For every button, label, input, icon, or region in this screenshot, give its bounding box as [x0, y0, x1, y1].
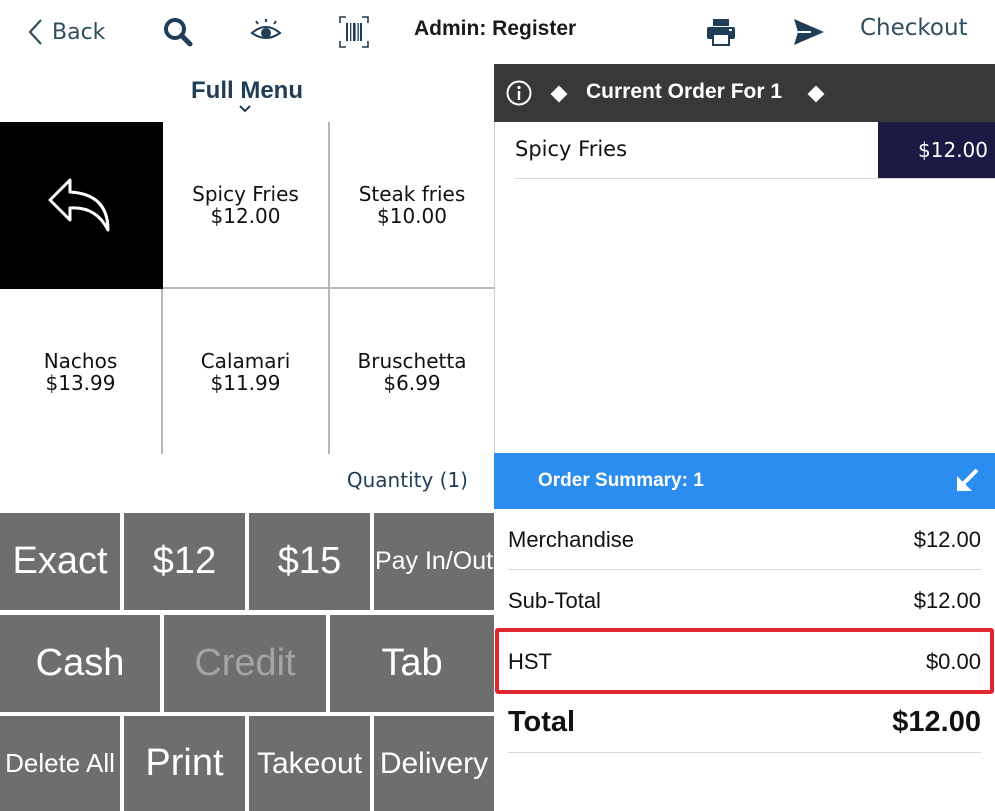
menu-item[interactable]: Nachos $13.99: [0, 289, 163, 454]
page-title: Admin: Register: [414, 17, 577, 40]
barcode-button[interactable]: [338, 14, 370, 50]
menu-grid: Spicy Fries $12.00 Steak fries $10.00 Na…: [0, 122, 494, 454]
order-title: Current Order For 1: [586, 80, 783, 103]
delete-all-button[interactable]: Delete All: [0, 716, 120, 811]
menu-item-price: $13.99: [45, 370, 116, 395]
back-button[interactable]: Back: [26, 14, 105, 50]
menu-item-price: $10.00: [377, 203, 447, 228]
checkout-button[interactable]: Checkout: [860, 15, 968, 41]
view-button[interactable]: [248, 14, 284, 50]
order-summary-body: Merchandise $12.00 Sub-Total $12.00 HST …: [494, 509, 995, 811]
tax-value: $0.00: [925, 649, 981, 674]
menu-item[interactable]: Bruschetta $6.99: [330, 289, 494, 454]
menu-item-name: Calamari: [200, 348, 291, 373]
back-label: Back: [52, 19, 106, 45]
subtotal-label: Sub-Total: [508, 588, 601, 613]
send-icon: [794, 19, 824, 45]
menu-item[interactable]: Spicy Fries $12.00: [163, 122, 330, 289]
menu-item[interactable]: Calamari $11.99: [163, 289, 330, 454]
credit-button[interactable]: Credit: [164, 615, 326, 712]
total-value: $12.00: [892, 706, 981, 738]
menu-item-price: $6.99: [383, 370, 441, 395]
merchandise-label: Merchandise: [508, 527, 634, 552]
search-button[interactable]: [160, 14, 196, 50]
exact-button[interactable]: Exact: [0, 513, 120, 610]
diamond-left-icon[interactable]: [550, 85, 568, 103]
print-button[interactable]: [704, 14, 738, 50]
order-item-name: Spicy Fries: [515, 137, 628, 161]
diamond-right-icon[interactable]: [807, 85, 825, 103]
delivery-button[interactable]: Delivery: [374, 716, 494, 811]
order-item[interactable]: Spicy Fries $12.00: [515, 122, 995, 179]
reply-arrow-icon: [48, 178, 109, 231]
quantity-button[interactable]: Quantity (1): [347, 468, 468, 492]
payment-keypad: Exact $12 $15 Pay In/Out Cash Credit Tab…: [0, 513, 494, 811]
chevron-left-icon: [28, 19, 42, 45]
merchandise-value: $12.00: [913, 527, 981, 552]
top-bar: Back Admin: Register Checkout: [0, 0, 995, 64]
cash-button[interactable]: Cash: [0, 615, 160, 712]
menu-back-button[interactable]: [0, 122, 163, 289]
menu-item-name: Steak fries: [358, 181, 466, 206]
cash-12-button[interactable]: $12: [124, 513, 245, 610]
tab-button[interactable]: Tab: [330, 615, 494, 712]
order-header: Current Order For 1: [494, 64, 995, 122]
subtotal-row: Sub-Total $12.00: [508, 570, 981, 631]
printer-icon: [707, 19, 735, 46]
total-label: Total: [508, 706, 576, 738]
menu-item-price: $11.99: [210, 370, 281, 395]
menu-item-name: Spicy Fries: [192, 181, 299, 206]
menu-item[interactable]: Steak fries $10.00: [330, 122, 494, 289]
total-row: Total $12.00: [508, 692, 981, 753]
send-button[interactable]: [792, 14, 826, 50]
tax-row[interactable]: HST $0.00: [508, 631, 981, 692]
barcode-icon: [339, 16, 369, 48]
menu-item-name: Nachos: [43, 348, 118, 373]
order-summary-title: Order Summary: 1: [538, 470, 704, 491]
collapse-arrow-icon[interactable]: [955, 467, 981, 493]
order-list: Spicy Fries $12.00: [494, 122, 995, 453]
order-summary-header: Order Summary: 1: [494, 453, 995, 509]
pay-in-out-button[interactable]: Pay In/Out: [374, 513, 494, 610]
tax-label: HST: [508, 649, 552, 674]
merchandise-row: Merchandise $12.00: [508, 509, 981, 570]
search-icon: [164, 18, 193, 47]
cash-15-button[interactable]: $15: [249, 513, 370, 610]
print-receipt-button[interactable]: Print: [124, 716, 245, 811]
chevron-down-icon[interactable]: [238, 104, 252, 114]
menu-header: Full Menu: [0, 64, 494, 122]
info-icon[interactable]: [506, 80, 532, 106]
menu-item-price: $12.00: [210, 203, 281, 228]
menu-title[interactable]: Full Menu: [0, 77, 494, 105]
menu-item-name: Bruschetta: [357, 348, 467, 373]
eye-icon: [250, 19, 282, 39]
takeout-button[interactable]: Takeout: [249, 716, 370, 811]
subtotal-value: $12.00: [913, 588, 981, 613]
order-item-price: $12.00: [878, 122, 995, 178]
